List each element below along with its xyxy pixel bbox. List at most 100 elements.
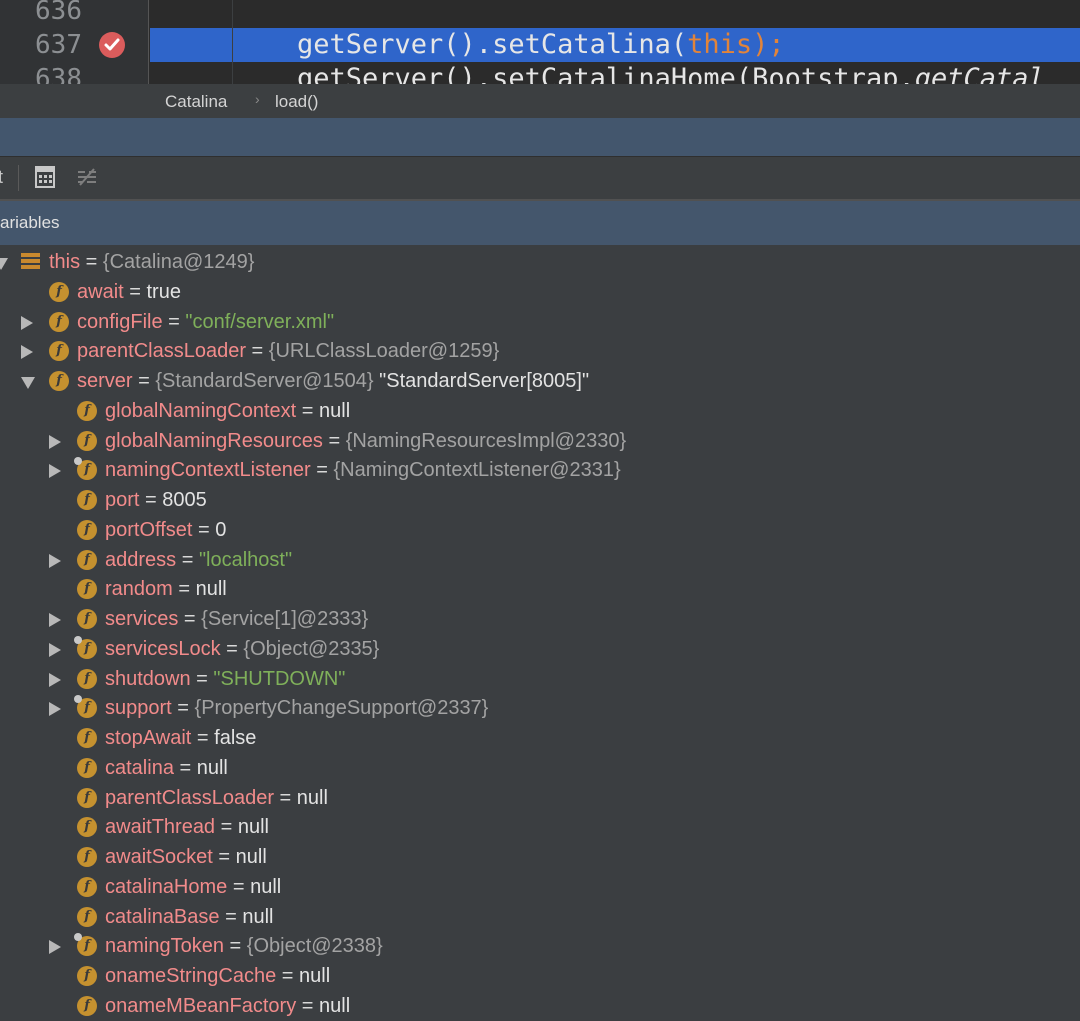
tree-row[interactable]: f globalNamingResources = {NamingResource… — [0, 426, 1080, 456]
variable-entry: catalinaHome = null — [105, 874, 281, 900]
variable-entry: portOffset = 0 — [105, 517, 226, 543]
trace-stream-icon[interactable] — [76, 166, 98, 193]
tree-row[interactable]: f parentClassLoader = {URLClassLoader@125… — [0, 336, 1080, 366]
field-icon: f — [77, 490, 97, 510]
variable-name: address — [105, 548, 177, 571]
tree-row[interactable]: f shutdown = "SHUTDOWN" — [0, 664, 1080, 694]
tree-row[interactable]: f namingToken = {Object@2338} — [0, 931, 1080, 961]
expand-arrow-icon[interactable] — [49, 613, 61, 627]
object-icon — [21, 253, 40, 271]
toolbar-partial-icon[interactable]: t — [0, 167, 3, 188]
code-keyword: this — [687, 29, 753, 60]
expand-arrow-icon[interactable] — [21, 345, 33, 360]
variable-value: {Service[1]@2333} — [201, 608, 369, 630]
equals-sign: = — [132, 370, 156, 392]
breakpoint-icon[interactable] — [99, 32, 125, 58]
tree-row[interactable]: f port = 8005 — [0, 485, 1080, 515]
variable-value: null — [235, 846, 267, 868]
chevron-right-icon: › — [255, 91, 260, 107]
variable-entry: await = true — [77, 279, 181, 305]
variable-value: "SHUTDOWN" — [213, 667, 346, 690]
expand-arrow-icon[interactable] — [49, 672, 61, 687]
breadcrumb-item-method[interactable]: load() — [275, 92, 318, 112]
tree-row[interactable]: f server = {StandardServer@1504} "Standar… — [0, 366, 1080, 396]
variable-value: "localhost" — [198, 548, 293, 571]
field-icon: f — [77, 966, 97, 986]
variable-entry: servicesLock = {Object@2335} — [105, 636, 379, 662]
expand-arrow-icon[interactable] — [49, 702, 61, 717]
tree-row[interactable]: f onameStringCache = null — [0, 961, 1080, 991]
variable-value: 8005 — [162, 489, 207, 511]
tree-row[interactable]: f services = {Service[1]@2333} — [0, 604, 1080, 634]
collapse-arrow-icon[interactable] — [0, 258, 8, 270]
variable-entry: shutdown = "SHUTDOWN" — [105, 666, 345, 692]
tree-row[interactable]: f catalina = null — [0, 753, 1080, 783]
tree-row[interactable]: f parentClassLoader = null — [0, 783, 1080, 813]
variable-name: stopAwait — [105, 727, 192, 749]
equals-sign: = — [212, 846, 236, 868]
variable-entry: catalinaBase = null — [105, 904, 273, 930]
variable-value: true — [146, 280, 181, 303]
expand-arrow-icon[interactable] — [49, 464, 61, 479]
variable-name: parentClassLoader — [105, 786, 274, 809]
expand-arrow-icon[interactable] — [49, 553, 61, 568]
expand-arrow-icon[interactable] — [21, 315, 33, 330]
code-editor[interactable]: 636 637 638 getServer().setCatalina(this… — [0, 0, 1080, 84]
variable-entry: random = null — [105, 576, 227, 602]
equals-sign: = — [190, 667, 214, 690]
code-method-call: getCatal — [914, 63, 1045, 84]
tree-row[interactable]: this = {Catalina@1249} — [0, 247, 1080, 277]
variable-value: null — [250, 875, 282, 898]
tree-row[interactable]: f await = true — [0, 277, 1080, 307]
equals-sign: = — [276, 965, 300, 987]
variable-value: {StandardServer@1504} — [155, 370, 374, 392]
expand-arrow-icon[interactable] — [49, 642, 61, 657]
field-icon: f — [49, 281, 69, 302]
variable-entry: onameStringCache = null — [105, 963, 330, 989]
equals-sign: = — [192, 518, 216, 541]
calculator-icon[interactable] — [35, 166, 55, 193]
code-punctuation: ); — [752, 29, 785, 60]
tree-row[interactable]: f portOffset = 0 — [0, 515, 1080, 545]
tree-row[interactable]: f catalinaBase = null — [0, 902, 1080, 932]
tree-row[interactable]: f awaitSocket = null — [0, 842, 1080, 872]
variable-name: servicesLock — [105, 637, 221, 660]
variable-name: services — [105, 608, 179, 630]
breadcrumb-item-class[interactable]: Catalina — [165, 92, 227, 112]
field-icon: f — [49, 311, 69, 332]
collapse-arrow-icon[interactable] — [21, 377, 35, 389]
variable-name: support — [105, 697, 172, 720]
tree-row[interactable]: f namingContextListener = {NamingContextL… — [0, 455, 1080, 485]
variable-name: namingContextListener — [105, 459, 311, 482]
tree-row[interactable]: f configFile = "conf/server.xml" — [0, 307, 1080, 337]
variable-name: random — [105, 578, 173, 601]
variable-name: catalinaHome — [105, 875, 228, 898]
indent-guide — [232, 0, 233, 84]
tree-row[interactable]: f servicesLock = {Object@2335} — [0, 634, 1080, 664]
variable-value: false — [214, 727, 257, 749]
tree-row[interactable]: f support = {PropertyChangeSupport@2337} — [0, 693, 1080, 723]
tree-row[interactable]: f catalinaHome = null — [0, 872, 1080, 902]
tree-row[interactable]: f awaitThread = null — [0, 812, 1080, 842]
tree-row[interactable]: f address = "localhost" — [0, 545, 1080, 575]
tree-row[interactable]: f onameMBeanFactory = null — [0, 991, 1080, 1021]
equals-sign: = — [123, 280, 147, 303]
expand-arrow-icon[interactable] — [49, 434, 61, 449]
equals-sign: = — [310, 459, 334, 482]
expand-arrow-icon[interactable] — [49, 940, 61, 955]
tree-row[interactable]: f stopAwait = false — [0, 723, 1080, 753]
field-icon: f — [74, 457, 97, 481]
tree-row[interactable]: f globalNamingContext = null — [0, 396, 1080, 426]
variable-name: onameMBeanFactory — [105, 994, 297, 1017]
variable-entry: globalNamingResources = {NamingResources… — [105, 428, 626, 454]
tree-row[interactable]: f random = null — [0, 574, 1080, 604]
variable-value: null — [237, 816, 269, 839]
equals-sign: = — [296, 399, 320, 422]
equals-sign: = — [80, 251, 103, 273]
equals-sign: = — [220, 637, 244, 660]
variable-entry: configFile = "conf/server.xml" — [77, 309, 334, 335]
variable-entry: onameMBeanFactory = null — [105, 993, 350, 1019]
variable-value: null — [195, 578, 227, 601]
equals-sign: = — [219, 905, 243, 928]
pin-icon — [74, 635, 82, 644]
